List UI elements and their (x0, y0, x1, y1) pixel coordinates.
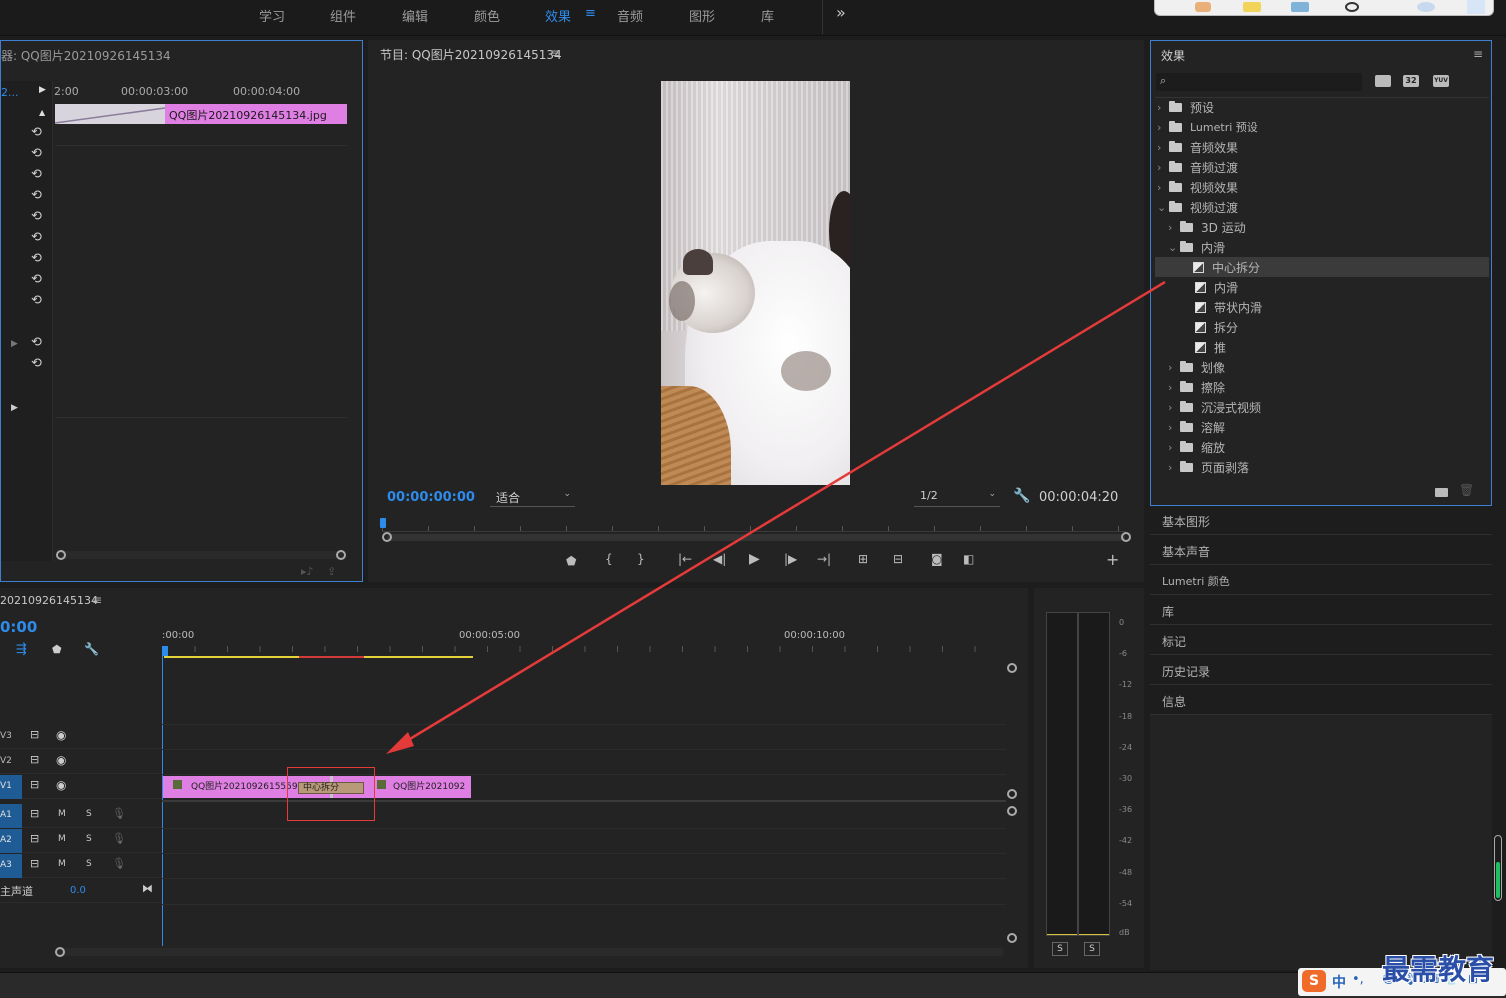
ime-mode[interactable]: 中 (1332, 972, 1346, 992)
status-bar (0, 972, 1506, 998)
annotation-arrow (386, 280, 1166, 754)
sogou-logo-icon[interactable]: S (1302, 970, 1326, 992)
watermark-logo: 最需教育 (1382, 953, 1495, 986)
punctuation-icon[interactable]: •, (1352, 972, 1364, 987)
